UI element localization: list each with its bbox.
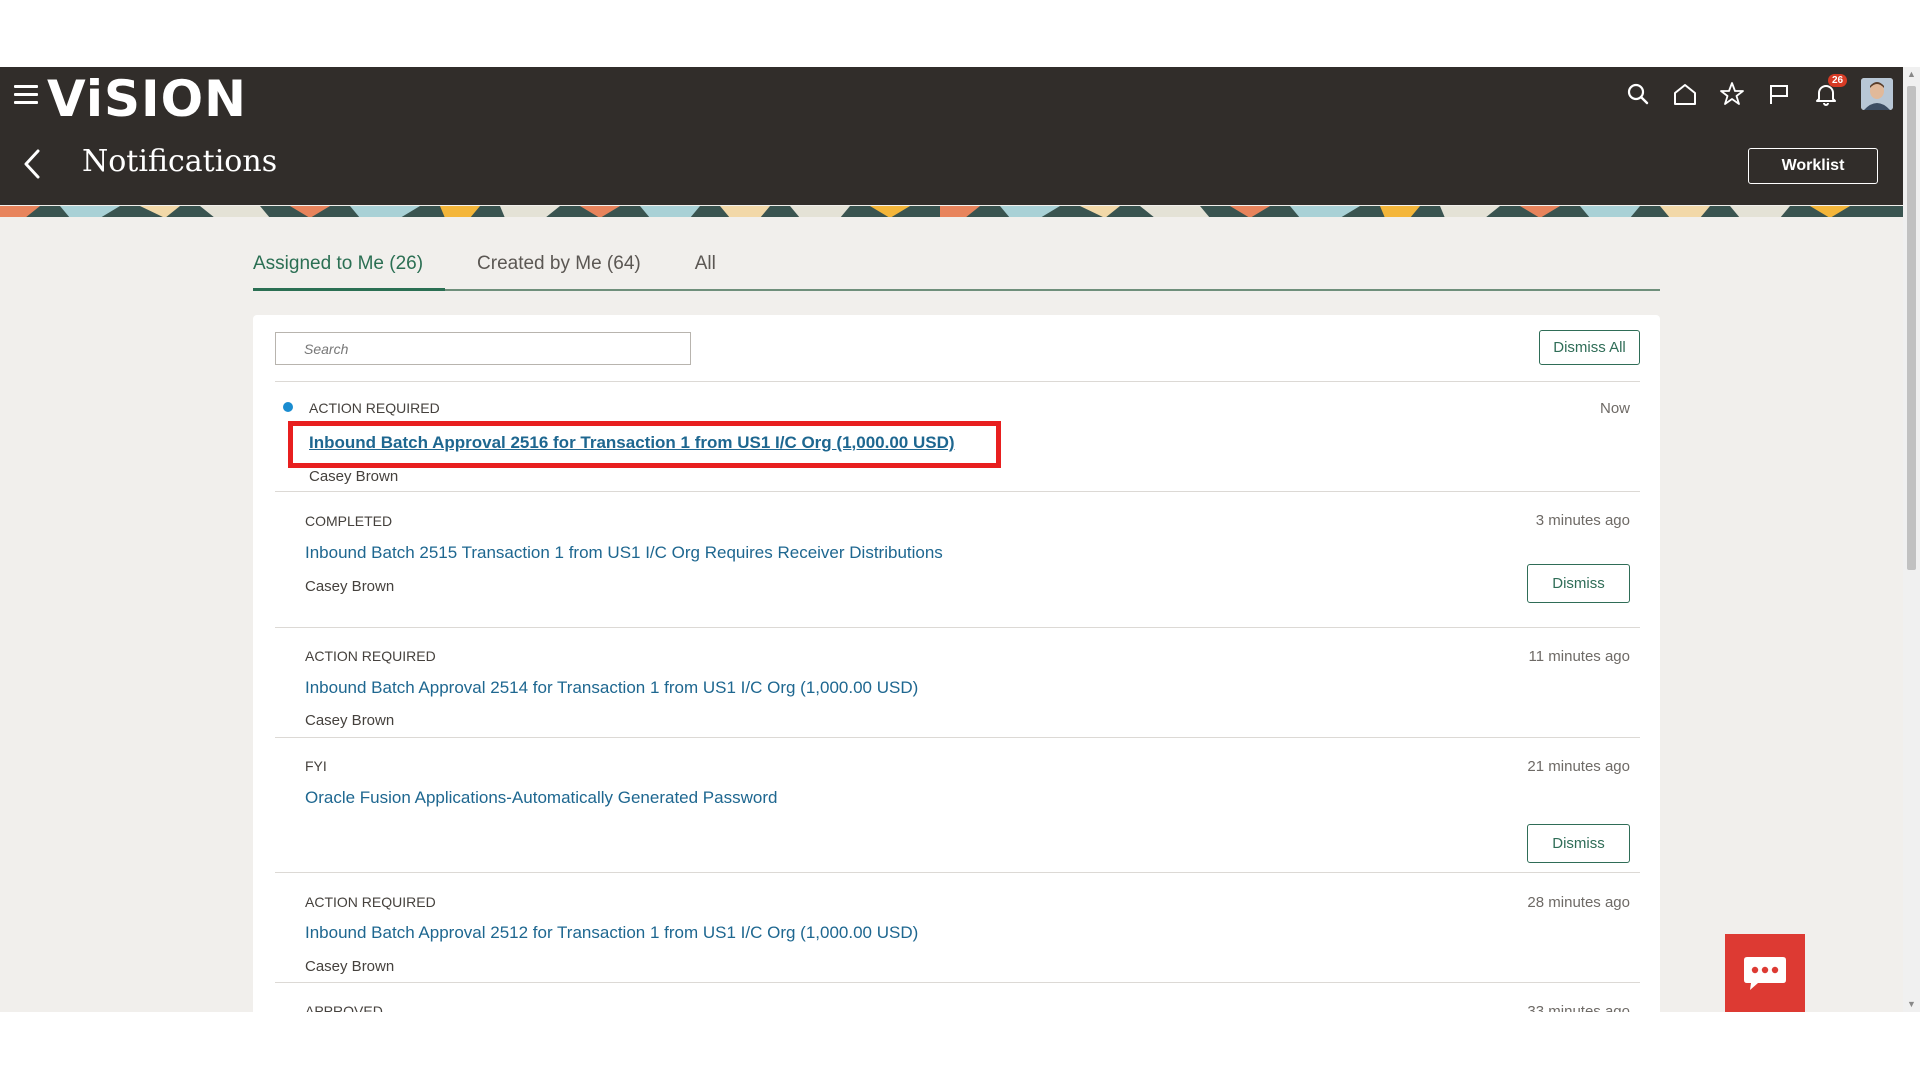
notification-link[interactable]: Inbound Batch 2515 Transaction 1 from US… <box>305 543 943 563</box>
notification-tabs: Assigned to Me (26) Created by Me (64) A… <box>253 247 1660 291</box>
search-icon[interactable] <box>1621 77 1655 111</box>
notification-item: ACTION REQUIRED Now Inbound Batch Approv… <box>275 382 1640 492</box>
global-nav-icons: 26 <box>1608 74 1893 111</box>
notification-list: ACTION REQUIRED Now Inbound Batch Approv… <box>275 382 1640 1012</box>
notification-type: ACTION REQUIRED <box>309 400 440 416</box>
scroll-up-icon[interactable]: ▲ <box>1907 70 1916 79</box>
scroll-down-icon[interactable]: ▼ <box>1907 1000 1916 1009</box>
page-title: Notifications <box>82 144 278 179</box>
chat-assistant-button[interactable] <box>1725 934 1805 1012</box>
notification-item: APPROVED 33 minutes ago <box>275 983 1640 1012</box>
notification-type: COMPLETED <box>305 513 393 529</box>
global-header: ViSION 26 Notifications Worklist <box>0 67 1903 205</box>
notification-from: Casey Brown <box>305 958 395 975</box>
tab-created-by-me[interactable]: Created by Me (64) <box>477 247 663 291</box>
back-arrow-icon[interactable] <box>20 147 44 181</box>
notification-type: ACTION REQUIRED <box>305 648 436 664</box>
notification-time: Now <box>1599 400 1630 417</box>
notification-item: ACTION REQUIRED 28 minutes ago Inbound B… <box>275 873 1640 983</box>
notification-link[interactable]: Inbound Batch Approval 2516 for Transact… <box>309 433 955 453</box>
dismiss-button[interactable]: Dismiss <box>1527 564 1630 603</box>
home-icon[interactable] <box>1668 77 1702 111</box>
notification-time: 3 minutes ago <box>1535 512 1630 529</box>
bell-icon[interactable]: 26 <box>1809 74 1848 111</box>
menu-icon[interactable] <box>14 85 38 105</box>
notification-type: ACTION REQUIRED <box>305 894 436 910</box>
notification-item: ACTION REQUIRED 11 minutes ago Inbound B… <box>275 628 1640 738</box>
chat-icon <box>1744 957 1786 990</box>
notification-type: FYI <box>305 758 327 774</box>
search-input[interactable] <box>275 332 691 365</box>
notification-from: Casey Brown <box>309 468 399 485</box>
unread-indicator <box>283 402 293 412</box>
notifications-panel: Dismiss All ACTION REQUIRED Now Inbound … <box>253 315 1660 1012</box>
notification-item: COMPLETED 3 minutes ago Inbound Batch 25… <box>275 492 1640 628</box>
flag-icon[interactable] <box>1762 77 1796 111</box>
notification-from: Casey Brown <box>305 578 395 595</box>
notification-time: 11 minutes ago <box>1528 648 1630 665</box>
dismiss-all-button[interactable]: Dismiss All <box>1539 330 1640 365</box>
scrollbar-thumb[interactable] <box>1907 86 1916 570</box>
notification-time: 28 minutes ago <box>1527 894 1630 911</box>
worklist-button[interactable]: Worklist <box>1748 148 1878 184</box>
notification-count-badge: 26 <box>1828 74 1848 87</box>
notification-link[interactable]: Inbound Batch Approval 2514 for Transact… <box>305 678 918 698</box>
notification-time: 33 minutes ago <box>1527 1003 1630 1012</box>
notification-link[interactable]: Oracle Fusion Applications-Automatically… <box>305 788 777 808</box>
vision-logo[interactable]: ViSION <box>47 70 247 128</box>
tab-assigned-to-me[interactable]: Assigned to Me (26) <box>253 247 446 291</box>
notification-from: Casey Brown <box>305 712 395 729</box>
notification-link[interactable]: Inbound Batch Approval 2512 for Transact… <box>305 923 918 943</box>
vertical-scrollbar[interactable]: ▲ ▼ <box>1903 67 1920 1012</box>
dismiss-button[interactable]: Dismiss <box>1527 824 1630 863</box>
decorative-banner <box>0 205 1903 217</box>
notification-time: 21 minutes ago <box>1527 758 1630 775</box>
notification-item: FYI 21 minutes ago Oracle Fusion Applica… <box>275 738 1640 873</box>
app-viewport: ViSION 26 Notifications Worklist Assigne… <box>0 67 1903 1012</box>
user-avatar[interactable] <box>1861 78 1893 110</box>
favorites-star-icon[interactable] <box>1715 77 1749 111</box>
tab-all[interactable]: All <box>695 247 738 291</box>
notification-type: APPROVED <box>305 1003 383 1012</box>
